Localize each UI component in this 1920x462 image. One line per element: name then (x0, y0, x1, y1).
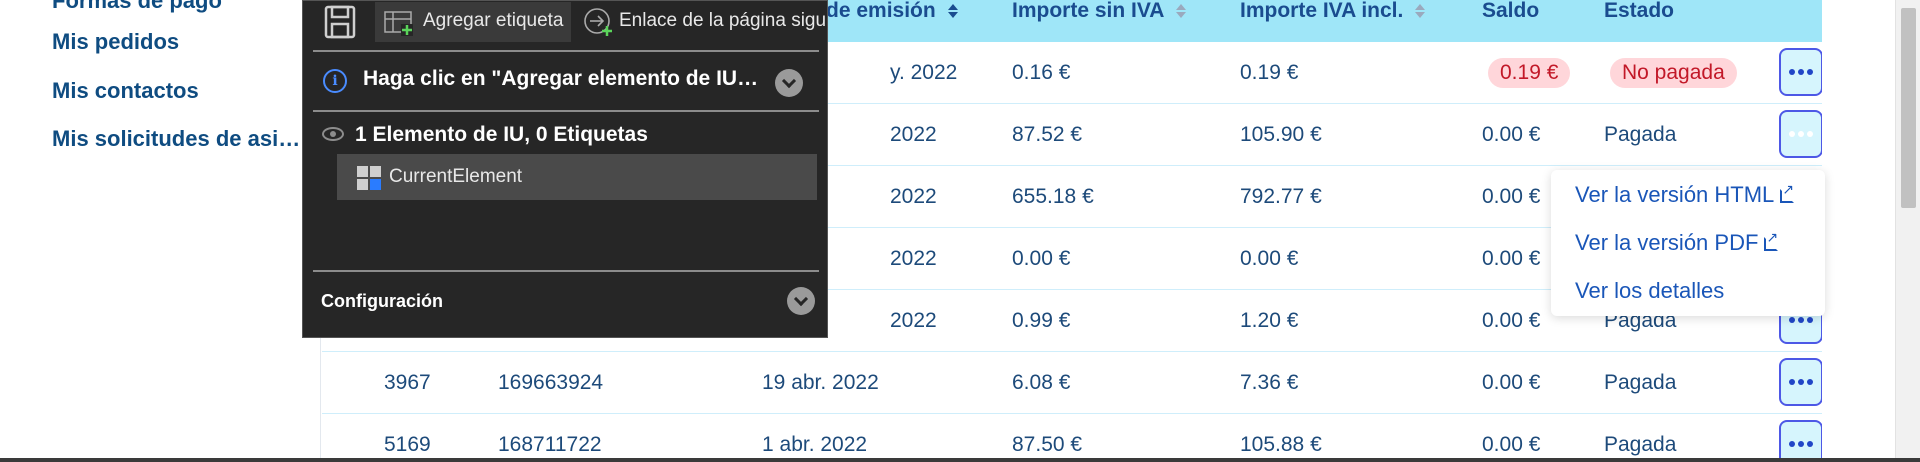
amount-incl-vat-cell: 0.00 € (1240, 247, 1299, 270)
account-sidebar: Formas de pago Mis pedidos Mis contactos… (0, 0, 321, 462)
column-header-issue-date[interactable]: de emisión (826, 0, 958, 42)
status-badge: No pagada (1610, 58, 1737, 88)
amount-incl-vat-cell: 0.19 € (1240, 61, 1299, 84)
column-header-amount-excl-vat[interactable]: Importe sin IVA (1012, 0, 1187, 42)
ellipsis-icon (1789, 379, 1813, 385)
more-actions-button[interactable] (1779, 48, 1822, 96)
divider (313, 110, 819, 112)
column-header-amount-incl-vat[interactable]: Importe IVA incl. (1240, 0, 1426, 42)
ellipsis-icon (1789, 131, 1813, 137)
page-scrollbar[interactable] (1895, 0, 1920, 462)
order-number-cell: 168711722 (498, 433, 602, 456)
external-link-icon (1780, 182, 1795, 204)
balance-cell: 0.00 € (1482, 247, 1541, 270)
menu-item-view-html[interactable]: Ver la versión HTML (1575, 182, 1795, 208)
amount-incl-vat-cell: 1.20 € (1240, 309, 1299, 332)
issue-date-cell: 2022 (890, 247, 937, 270)
eye-icon[interactable] (322, 127, 344, 141)
divider (313, 270, 819, 272)
instruction-message: i Haga clic en "Agregar elemento de IU" … (319, 65, 815, 101)
next-page-link-button[interactable]: Enlace de la página siguiente (579, 2, 827, 42)
sidebar-item-contacts[interactable]: Mis contactos (52, 78, 199, 104)
next-page-link-icon (584, 8, 612, 36)
more-actions-button[interactable] (1779, 420, 1822, 462)
amount-excl-vat-cell: 6.08 € (1012, 371, 1071, 394)
menu-item-view-pdf[interactable]: Ver la versión PDF (1575, 230, 1779, 256)
menu-item-view-details[interactable]: Ver los detalles (1575, 278, 1724, 304)
ellipsis-icon (1789, 69, 1813, 75)
ui-element-icon (357, 166, 381, 190)
amount-excl-vat-cell: 0.00 € (1012, 247, 1071, 270)
sidebar-item-payment-methods[interactable]: Formas de pago (52, 0, 222, 14)
balance-cell: 0.00 € (1482, 309, 1541, 332)
sort-icon[interactable] (1415, 4, 1426, 19)
issue-date-cell: 1 abr. 2022 (762, 433, 868, 456)
ui-element-item[interactable]: CurrentElement (337, 154, 817, 200)
amount-excl-vat-cell: 0.16 € (1012, 61, 1071, 84)
divider (313, 50, 819, 52)
add-label-icon (384, 11, 413, 36)
sort-icon[interactable] (1176, 4, 1187, 19)
issue-date-cell: 19 abr. 2022 (762, 371, 879, 394)
more-actions-button[interactable] (1779, 110, 1822, 158)
invoice-ref-cell: 5169 (384, 433, 431, 456)
amount-incl-vat-cell: 792.77 € (1240, 185, 1322, 208)
status-cell: Pagada (1604, 433, 1677, 456)
amount-excl-vat-cell: 655.18 € (1012, 185, 1094, 208)
amount-excl-vat-cell: 87.52 € (1012, 123, 1083, 146)
scrollbar-thumb[interactable] (1901, 8, 1916, 208)
ui-recorder-panel: Agregar etiqueta Enlace de la página sig… (302, 0, 828, 338)
balance-cell: 0.00 € (1482, 185, 1541, 208)
balance-cell: 0.00 € (1482, 123, 1541, 146)
balance-cell: 0.00 € (1482, 433, 1541, 456)
elements-summary: 1 Elemento de IU, 0 Etiquetas (355, 123, 648, 146)
amount-incl-vat-cell: 7.36 € (1240, 371, 1299, 394)
ellipsis-icon (1789, 317, 1813, 323)
sort-icon[interactable] (947, 4, 958, 19)
amount-excl-vat-cell: 87.50 € (1012, 433, 1083, 456)
issue-date-cell: 2022 (890, 123, 937, 146)
amount-incl-vat-cell: 105.90 € (1240, 123, 1322, 146)
table-row: 3967 169663924 19 abr. 2022 6.08 € 7.36 … (322, 352, 1822, 414)
chevron-down-icon[interactable] (775, 69, 803, 97)
status-cell: Pagada (1604, 371, 1677, 394)
save-icon[interactable] (323, 3, 357, 41)
sidebar-item-orders[interactable]: Mis pedidos (52, 29, 179, 55)
column-header-status: Estado (1604, 0, 1675, 22)
balance-badge: 0.19 € (1488, 58, 1571, 88)
info-icon: i (323, 69, 347, 93)
external-link-icon (1764, 230, 1779, 252)
amount-excl-vat-cell: 0.99 € (1012, 309, 1071, 332)
status-cell: Pagada (1604, 123, 1677, 146)
invoice-actions-menu: Ver la versión HTML Ver la versión PDF V… (1551, 170, 1825, 316)
balance-cell: 0.00 € (1482, 371, 1541, 394)
issue-date-cell: y. 2022 (890, 61, 958, 84)
configuration-section[interactable]: Configuración (321, 291, 443, 312)
order-number-cell: 169663924 (498, 371, 604, 394)
issue-date-cell: 2022 (890, 185, 937, 208)
amount-incl-vat-cell: 105.88 € (1240, 433, 1322, 456)
window-bottom-border (0, 458, 1920, 462)
table-row: 5169 168711722 1 abr. 2022 87.50 € 105.8… (322, 414, 1822, 462)
add-label-button[interactable]: Agregar etiqueta (375, 2, 571, 42)
more-actions-button[interactable] (1779, 358, 1822, 406)
column-header-balance: Saldo (1482, 0, 1540, 22)
invoice-ref-cell: 3967 (384, 371, 431, 394)
sidebar-item-support-requests[interactable]: Mis solicitudes de asistencia (52, 126, 304, 152)
issue-date-cell: 2022 (890, 309, 937, 332)
ellipsis-icon (1789, 441, 1813, 447)
chevron-down-icon[interactable] (787, 287, 815, 315)
